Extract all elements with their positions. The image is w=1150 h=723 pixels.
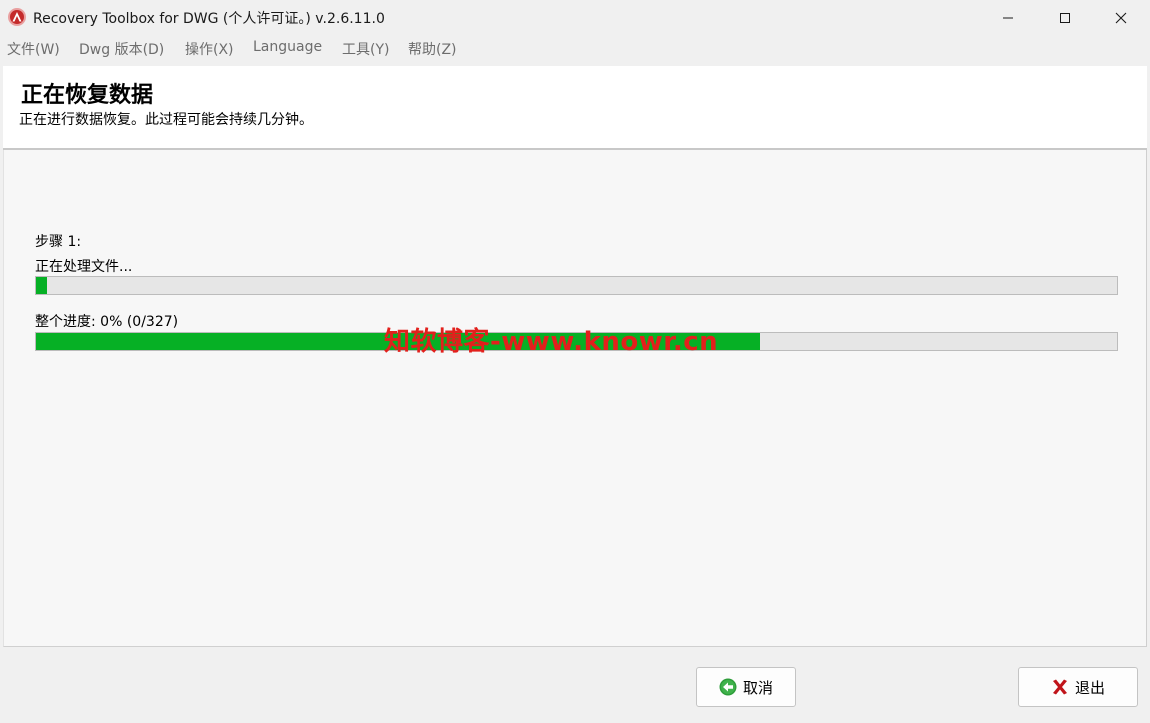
step-progress-bar [35, 276, 1118, 295]
menu-bar: 文件(W) Dwg 版本(D) 操作(X) Language 工具(Y) 帮助(… [0, 35, 1150, 61]
header-panel: 正在恢复数据 正在进行数据恢复。此过程可能会持续几分钟。 [3, 66, 1147, 150]
menu-operation[interactable]: 操作(X) [185, 39, 234, 59]
step-label: 步骤 1: [35, 234, 82, 250]
cancel-button-label: 取消 [742, 678, 773, 697]
exit-button[interactable]: 退出 [1018, 667, 1138, 707]
page-title: 正在恢复数据 [21, 83, 154, 108]
menu-language[interactable]: Language [253, 39, 322, 55]
x-mark-icon [1052, 679, 1067, 695]
exit-button-label: 退出 [1074, 678, 1105, 697]
maximize-button[interactable] [1036, 0, 1094, 35]
back-arrow-icon [719, 678, 737, 696]
minimize-button[interactable] [979, 0, 1037, 35]
menu-tools[interactable]: 工具(Y) [342, 39, 389, 59]
main-panel: 步骤 1: 正在处理文件... 整个进度: 0% (0/327) [3, 150, 1147, 647]
close-icon [1115, 12, 1127, 23]
menu-file[interactable]: 文件(W) [7, 39, 60, 59]
cancel-button[interactable]: 取消 [696, 667, 796, 707]
window-title: Recovery Toolbox for DWG (个人许可证。) v.2.6.… [33, 11, 385, 27]
maximize-icon [1060, 12, 1070, 23]
menu-dwg-version[interactable]: Dwg 版本(D) [79, 39, 164, 59]
overall-progress-label: 整个进度: 0% (0/327) [35, 314, 179, 330]
menu-help[interactable]: 帮助(Z) [408, 39, 457, 59]
step-status: 正在处理文件... [35, 259, 133, 275]
minimize-icon [1003, 17, 1013, 18]
page-subtitle: 正在进行数据恢复。此过程可能会持续几分钟。 [19, 112, 313, 128]
recovery-toolbox-logo-icon [8, 8, 26, 26]
watermark-text: 知软博客-www.knowr.cn [384, 327, 719, 357]
title-bar: Recovery Toolbox for DWG (个人许可证。) v.2.6.… [0, 0, 1150, 35]
footer: 取消 退出 [0, 650, 1150, 723]
close-window-button[interactable] [1092, 0, 1150, 35]
step-progress-fill [36, 277, 47, 294]
